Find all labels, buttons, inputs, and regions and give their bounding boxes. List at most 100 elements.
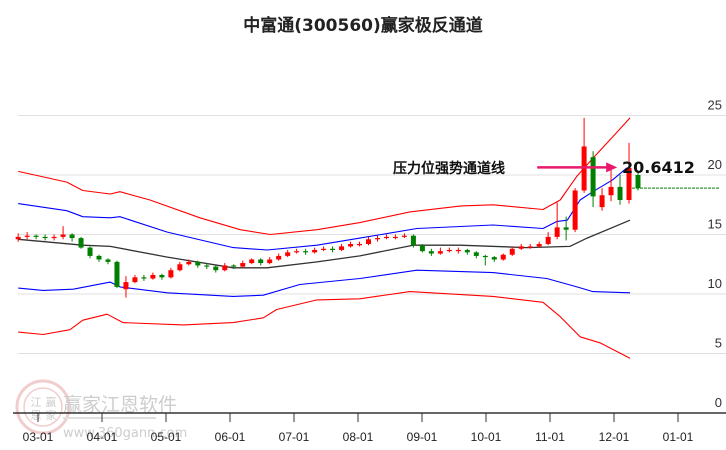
y-tick-label: 0 — [715, 395, 722, 410]
candle-body — [222, 265, 228, 271]
x-tick-label: 07-01 — [279, 430, 310, 444]
candle-body — [500, 254, 506, 260]
candle-body — [419, 245, 425, 252]
candle-body — [303, 251, 309, 253]
channel-lines — [18, 117, 720, 359]
y-tick-label: 25 — [708, 98, 722, 113]
watermark-logo-char: 江 — [31, 396, 42, 409]
candle-body — [186, 261, 192, 265]
candle-body — [509, 248, 515, 255]
x-tick-label: 09-01 — [407, 430, 438, 444]
watermark-logo-icon — [15, 379, 71, 435]
candle-body — [249, 259, 255, 264]
channel-line-lower-outer — [18, 291, 631, 359]
candle-body — [177, 264, 183, 271]
candle-body — [141, 277, 147, 279]
candle-body — [312, 249, 318, 253]
candle-body — [168, 270, 174, 278]
candle-body — [213, 266, 219, 271]
candle-body — [563, 227, 569, 230]
chart-title: 中富通(300560)赢家极反通道 — [243, 15, 483, 36]
candle-body — [617, 186, 623, 200]
candle-body — [330, 248, 336, 250]
x-tick-label: 11-01 — [535, 430, 565, 444]
candle-body — [590, 157, 596, 197]
candle-body — [599, 195, 605, 208]
candle-body — [150, 274, 156, 279]
candle-body — [267, 259, 273, 264]
candle-body — [132, 277, 138, 283]
candle-body — [96, 255, 102, 260]
candle-body — [294, 251, 300, 253]
annotation-label: 压力位强势通道线 — [393, 160, 505, 177]
watermark-logo-char: 恩 — [31, 409, 42, 422]
candle-body — [276, 255, 282, 260]
candle-body — [554, 227, 560, 237]
candle-body — [464, 249, 470, 253]
x-tick-label: 12-01 — [599, 430, 630, 444]
candle-body — [87, 247, 93, 256]
x-tick-label: 06-01 — [215, 430, 246, 444]
candle-body — [482, 255, 488, 258]
candle-body — [204, 265, 210, 267]
candle-body — [321, 248, 327, 250]
candle-body — [24, 235, 30, 237]
candle-body — [105, 259, 111, 262]
y-tick-label: 10 — [708, 276, 722, 291]
channel-line-upper-outer — [18, 117, 631, 236]
candle-body — [366, 239, 372, 245]
candle-body — [348, 244, 354, 247]
grid — [18, 115, 726, 354]
candle-body — [383, 236, 389, 239]
candle-body — [123, 282, 129, 290]
candle-body — [33, 235, 39, 237]
channel-chart: 中富通(300560)赢家极反通道 江 赢 恩 家 赢家江恩软件 www.360… — [13, 15, 726, 444]
candle-body — [572, 190, 578, 230]
candle-body — [536, 244, 542, 247]
candle-body — [114, 261, 120, 287]
candle-body — [78, 238, 84, 248]
candle-body — [455, 249, 461, 252]
watermark-logo-char: 赢 — [46, 395, 57, 409]
watermark-logo-char: 家 — [46, 408, 57, 422]
candle-body — [518, 246, 524, 249]
candle-body — [608, 186, 614, 196]
candle-body — [357, 244, 363, 246]
candle-body — [240, 263, 246, 267]
candle-body — [15, 236, 21, 240]
x-tick-label: 04-01 — [87, 430, 118, 444]
candle-body — [545, 236, 551, 245]
candle-body — [401, 235, 407, 237]
candle-body — [69, 234, 75, 239]
y-tick-label: 20 — [708, 157, 722, 172]
candle-body — [159, 274, 165, 278]
candle-body — [410, 235, 416, 246]
y-tick-label: 15 — [708, 217, 722, 232]
x-tick-label: 10-01 — [471, 430, 502, 444]
channel-line-lower-inner — [18, 269, 631, 297]
candle-body — [527, 246, 533, 248]
x-tick-label: 08-01 — [343, 430, 374, 444]
candle-body — [473, 252, 479, 256]
x-tick-label: 01-01 — [663, 430, 694, 444]
candle-body — [392, 236, 398, 239]
x-tick-label: 05-01 — [151, 430, 182, 444]
arrow-head-icon — [606, 162, 618, 173]
candle-body — [437, 251, 443, 254]
x-tick-label: 03-01 — [23, 430, 54, 444]
axes: 0 5 10 15 20 25 03-01 04-01 05-01 06-01 07-01 08-01… — [13, 98, 726, 444]
y-tick-label: 5 — [715, 336, 722, 351]
candle-body — [339, 246, 345, 250]
candle-body — [374, 238, 380, 240]
candle-body — [42, 236, 48, 239]
candle-body — [195, 261, 201, 266]
annotation-value: 20.6412 — [622, 158, 695, 177]
candle-body — [428, 251, 434, 254]
candle-body — [491, 257, 497, 260]
candle-body — [51, 236, 57, 239]
candle-body — [446, 249, 452, 252]
candle-body — [60, 234, 66, 237]
annotation: 压力位强势通道线 20.6412 — [393, 158, 695, 177]
candle-body — [285, 252, 291, 256]
candle-body — [258, 259, 264, 264]
